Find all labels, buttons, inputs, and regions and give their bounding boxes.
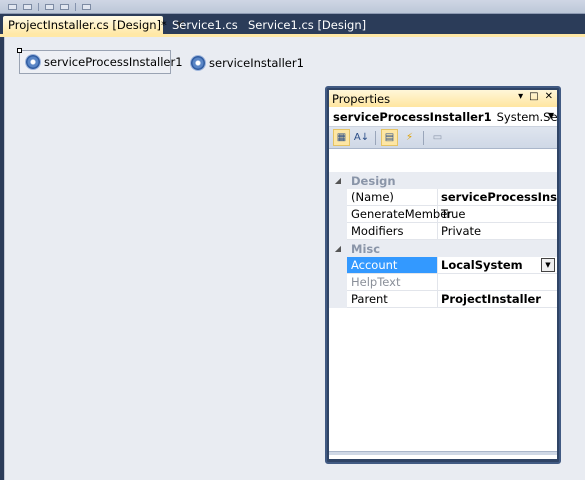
- property-row-name[interactable]: (Name) serviceProcessInstaller: [329, 189, 557, 206]
- window-position-dropdown-icon[interactable]: ▾: [518, 91, 523, 102]
- property-value[interactable]: [438, 274, 557, 291]
- description-splitter[interactable]: [329, 451, 557, 455]
- categorized-icon[interactable]: ▦: [333, 129, 350, 146]
- maximize-icon[interactable]: □: [529, 91, 538, 102]
- chevron-down-icon[interactable]: ▼: [548, 111, 554, 120]
- property-value: LocalSystem: [441, 258, 523, 272]
- category-row-design[interactable]: ◢ Design: [329, 172, 557, 189]
- object-name: serviceProcessInstaller1: [333, 109, 492, 124]
- component-label: serviceProcessInstaller1: [44, 55, 183, 69]
- toolbar-strip: [0, 0, 585, 14]
- gear-icon: [191, 56, 205, 70]
- category-row-misc[interactable]: ◢ Misc: [329, 240, 557, 257]
- properties-icon[interactable]: ▤: [381, 129, 398, 146]
- property-name: Account: [347, 257, 438, 274]
- property-name: GenerateMember: [347, 206, 452, 223]
- toolbar-button[interactable]: [45, 3, 54, 10]
- component-label: serviceInstaller1: [209, 56, 304, 70]
- toolbar-separator: [75, 2, 76, 11]
- tab-service1-cs[interactable]: Service1.cs: [167, 16, 243, 34]
- property-value[interactable]: True: [438, 206, 557, 223]
- tab-label: Service1.cs [Design]: [248, 18, 367, 32]
- gear-icon: [26, 55, 40, 69]
- close-icon[interactable]: ✕: [545, 91, 553, 102]
- property-name: Modifiers: [347, 223, 438, 240]
- selection-grab-handle[interactable]: [17, 48, 22, 53]
- category-label: Design: [351, 173, 396, 188]
- property-value[interactable]: ProjectInstaller: [438, 291, 557, 308]
- toolbar-separator: [423, 130, 424, 145]
- property-row-generatemember[interactable]: GenerateMember True: [329, 206, 557, 223]
- property-name: (Name): [347, 189, 438, 206]
- property-value[interactable]: Private: [438, 223, 557, 240]
- tab-service1-design[interactable]: Service1.cs [Design]: [243, 16, 371, 34]
- property-pages-icon[interactable]: ▭: [429, 129, 446, 146]
- toolbar-button[interactable]: [60, 3, 69, 10]
- events-icon[interactable]: ⚡: [401, 129, 418, 146]
- property-value[interactable]: serviceProcessInstaller: [438, 189, 557, 206]
- property-row-modifiers[interactable]: Modifiers Private: [329, 223, 557, 240]
- chevron-down-icon[interactable]: ▼: [541, 258, 555, 272]
- property-grid: ◢ Design (Name) serviceProcessInstaller …: [329, 172, 557, 308]
- toolbar-separator: [38, 2, 39, 11]
- tab-label: ProjectInstaller.cs [Design]*: [8, 18, 167, 32]
- toolbar-button[interactable]: [23, 3, 32, 10]
- toolbar-button[interactable]: [8, 3, 17, 10]
- toolbar-button[interactable]: [82, 3, 91, 10]
- property-row-parent[interactable]: Parent ProjectInstaller: [329, 291, 557, 308]
- properties-toolbar: ▦ A↓ ▤ ⚡ ▭: [329, 127, 557, 149]
- property-row-helptext[interactable]: HelpText: [329, 274, 557, 291]
- category-label: Misc: [351, 241, 381, 256]
- collapse-icon[interactable]: ◢: [329, 172, 347, 189]
- alphabetical-icon[interactable]: A↓: [353, 129, 370, 146]
- properties-body: serviceProcessInstaller1 System.ServiceP…: [329, 107, 557, 459]
- document-tab-strip: ProjectInstaller.cs [Design]* ✕ Service1…: [0, 14, 585, 34]
- property-name: Parent: [347, 291, 438, 308]
- component-serviceprocessinstaller1[interactable]: serviceProcessInstaller1: [17, 48, 183, 74]
- tab-projectinstaller-design[interactable]: ProjectInstaller.cs [Design]* ✕: [3, 16, 186, 34]
- component-serviceinstaller1[interactable]: serviceInstaller1: [185, 51, 310, 75]
- property-value-dropdown[interactable]: LocalSystem ▼: [438, 257, 557, 274]
- toolbar-separator: [375, 130, 376, 145]
- object-selector[interactable]: serviceProcessInstaller1 System.ServiceP…: [329, 107, 557, 127]
- property-row-account[interactable]: Account LocalSystem ▼: [329, 257, 557, 274]
- properties-title: Properties: [332, 91, 391, 106]
- property-name: HelpText: [347, 274, 438, 291]
- properties-window: Properties ▾ □ ✕ serviceProcessInstaller…: [325, 86, 561, 464]
- properties-title-bar[interactable]: Properties ▾ □ ✕: [329, 90, 557, 107]
- collapse-icon[interactable]: ◢: [329, 240, 347, 257]
- tab-label: Service1.cs: [172, 18, 238, 32]
